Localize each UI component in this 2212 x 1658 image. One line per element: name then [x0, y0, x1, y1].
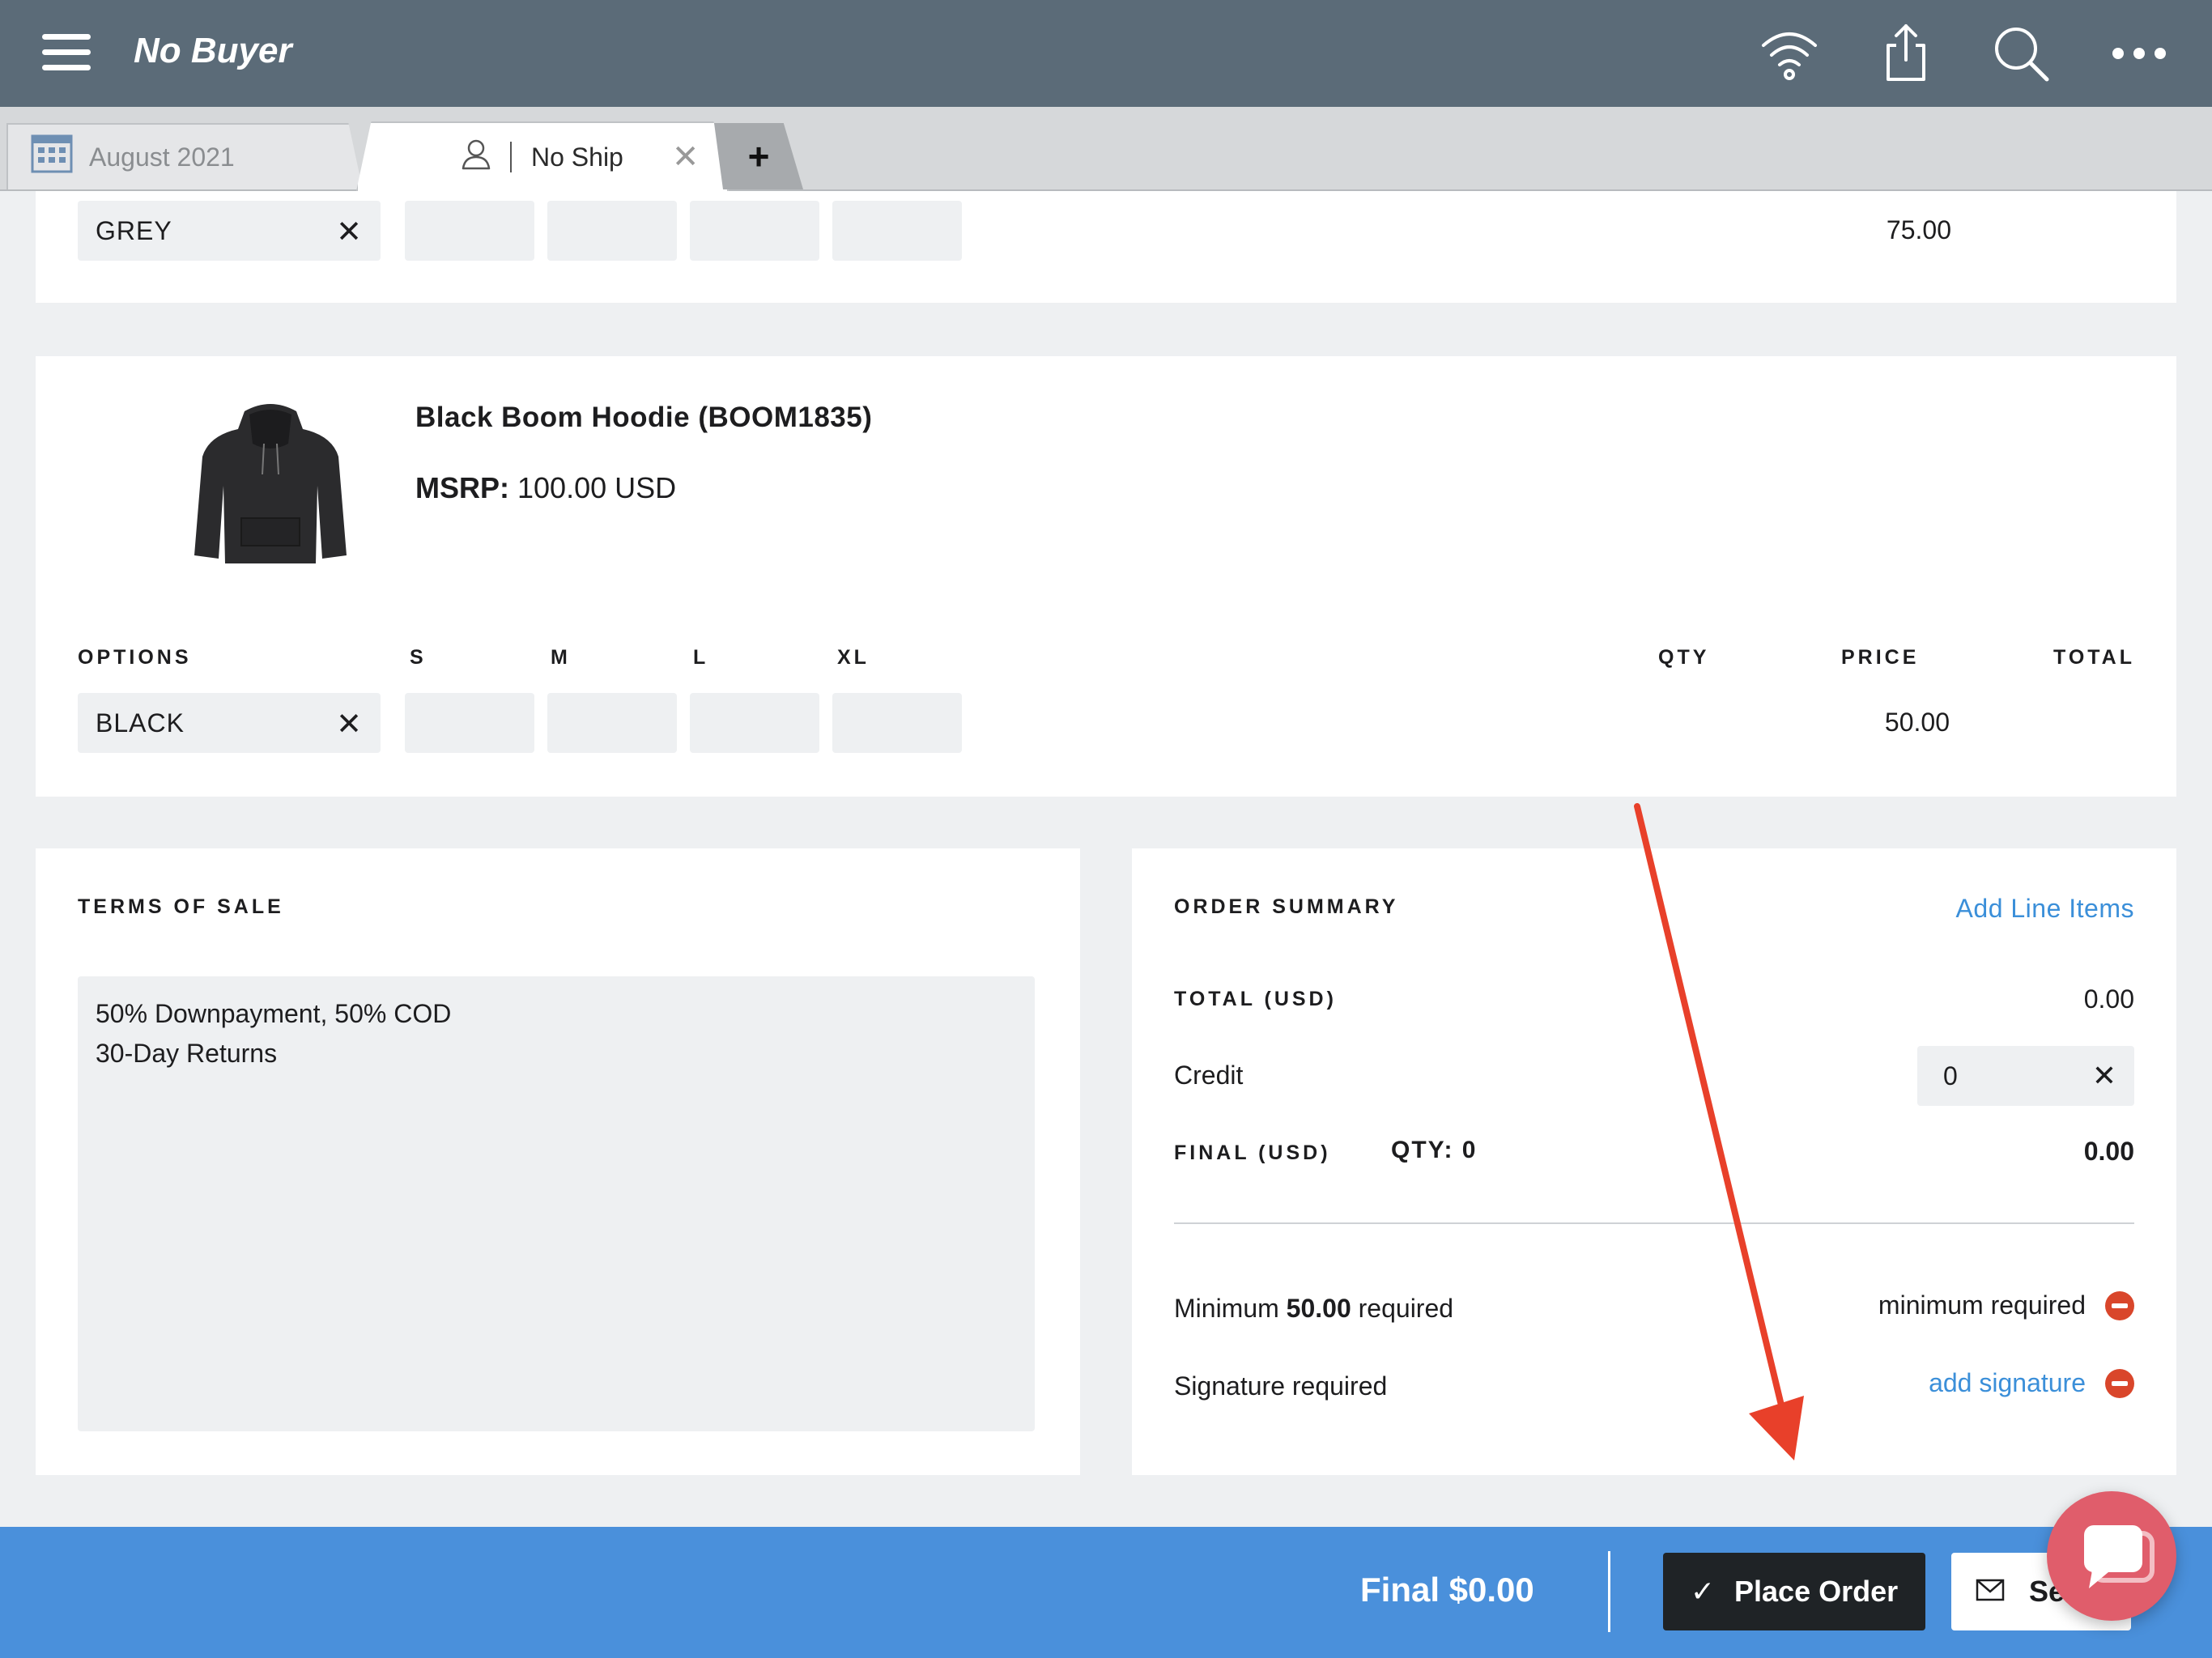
terms-textarea[interactable]: 50% Downpayment, 50% COD 30-Day Returns — [78, 976, 1035, 1431]
minimum-status: minimum required — [1878, 1290, 2134, 1320]
option-chip-black[interactable]: BLACK ✕ — [78, 693, 381, 753]
minimum-suffix: required — [1358, 1294, 1454, 1323]
product-card: Black Boom Hoodie (BOOM1835) MSRP: 100.0… — [36, 356, 2176, 797]
tab-calendar[interactable]: August 2021 — [6, 123, 363, 189]
size-header-s: S — [410, 646, 427, 669]
total-label: TOTAL (USD) — [1174, 988, 1337, 1010]
calendar-icon — [31, 134, 73, 180]
more-icon[interactable] — [2108, 23, 2170, 84]
tab-separator — [510, 142, 512, 172]
options-header: OPTIONS — [78, 646, 192, 669]
tab-no-ship-label: No Ship — [531, 142, 623, 172]
msrp-label: MSRP: — [415, 471, 509, 504]
size-input-l[interactable] — [690, 693, 819, 753]
signature-status: add signature — [1929, 1368, 2134, 1398]
check-icon: ✓ — [1690, 1575, 1716, 1608]
close-tab-icon[interactable]: ✕ — [672, 138, 700, 176]
size-input-s[interactable] — [405, 201, 534, 261]
signature-label: Signature required — [1174, 1371, 1388, 1401]
tab-no-ship[interactable]: No Ship ✕ — [356, 121, 729, 191]
product-name: Black Boom Hoodie (BOOM1835) — [415, 402, 873, 433]
credit-label: Credit — [1174, 1061, 1244, 1090]
final-label: FINAL (USD) — [1174, 1141, 1331, 1164]
size-input-s[interactable] — [405, 693, 534, 753]
search-icon[interactable] — [1990, 23, 2052, 84]
add-signature-link[interactable]: add signature — [1929, 1368, 2086, 1398]
minimum-prefix: Minimum — [1174, 1294, 1279, 1323]
chat-support-button[interactable] — [2047, 1491, 2176, 1621]
product-card-previous: GREY ✕ 75.00 — [36, 191, 2176, 303]
minimum-requirement: Minimum 50.00 required — [1174, 1294, 1453, 1324]
credit-value: 0 — [1943, 1061, 1958, 1090]
product-image[interactable] — [180, 397, 361, 567]
size-header-l: L — [693, 646, 709, 669]
user-icon — [460, 138, 492, 176]
option-label: GREY — [96, 215, 172, 245]
option-chip-grey[interactable]: GREY ✕ — [78, 201, 381, 261]
msrp-value: 100.00 USD — [517, 471, 677, 504]
minimum-amount: 50.00 — [1286, 1294, 1351, 1323]
price-header: PRICE — [1841, 646, 1920, 669]
size-header-m: M — [551, 646, 571, 669]
annotation-arrow — [1634, 803, 1804, 1460]
add-line-items-link[interactable]: Add Line Items — [1956, 894, 2134, 924]
size-input-xl[interactable] — [832, 693, 962, 753]
share-icon[interactable] — [1875, 23, 1937, 84]
buyer-title[interactable]: No Buyer — [134, 31, 292, 71]
remove-option-icon[interactable]: ✕ — [336, 706, 363, 742]
chat-icon — [2084, 1525, 2155, 1588]
terms-line-2: 30-Day Returns — [96, 1039, 278, 1068]
size-input-m[interactable] — [547, 201, 677, 261]
tab-calendar-label: August 2021 — [89, 142, 235, 172]
bottom-action-bar: Final $0.00 ✓ Place Order Se — [0, 1527, 2212, 1658]
terms-line-1: 50% Downpayment, 50% COD — [96, 999, 452, 1028]
wifi-icon[interactable] — [1759, 23, 1820, 84]
size-header-xl: XL — [837, 646, 870, 669]
price-value: 50.00 — [1884, 708, 1950, 737]
option-label: BLACK — [96, 708, 185, 738]
price-value: 75.00 — [1886, 215, 1951, 244]
final-amount: Final $0.00 — [1360, 1571, 1534, 1609]
tab-strip: August 2021 No Ship ✕ + — [0, 107, 2212, 191]
msrp-row: MSRP: 100.00 USD — [415, 471, 676, 505]
order-summary-title: ORDER SUMMARY — [1174, 895, 1399, 918]
size-input-xl[interactable] — [832, 201, 962, 261]
envelope-icon — [1976, 1575, 2005, 1609]
terms-card: TERMS OF SALE 50% Downpayment, 50% COD 3… — [36, 848, 1080, 1475]
place-order-label: Place Order — [1734, 1575, 1899, 1608]
size-input-l[interactable] — [690, 201, 819, 261]
total-header: TOTAL — [2053, 646, 2136, 669]
clear-credit-icon[interactable]: ✕ — [2092, 1059, 2116, 1093]
remove-option-icon[interactable]: ✕ — [336, 214, 363, 250]
qty-count: QTY: 0 — [1391, 1137, 1478, 1163]
credit-input[interactable]: 0 ✕ — [1917, 1046, 2134, 1106]
place-order-button[interactable]: ✓ Place Order — [1663, 1553, 1925, 1630]
size-input-m[interactable] — [547, 693, 677, 753]
final-value: 0.00 — [2083, 1137, 2134, 1166]
error-minus-icon — [2105, 1290, 2134, 1320]
top-bar: No Buyer — [0, 0, 2212, 107]
qty-header: QTY — [1658, 646, 1710, 669]
add-tab-button[interactable]: + — [714, 123, 803, 189]
bottom-divider — [1608, 1551, 1610, 1632]
hamburger-menu-icon[interactable] — [42, 34, 91, 71]
terms-title: TERMS OF SALE — [78, 895, 284, 918]
total-value: 0.00 — [2083, 984, 2134, 1014]
error-minus-icon — [2105, 1368, 2134, 1398]
minimum-status-text: minimum required — [1878, 1290, 2086, 1320]
